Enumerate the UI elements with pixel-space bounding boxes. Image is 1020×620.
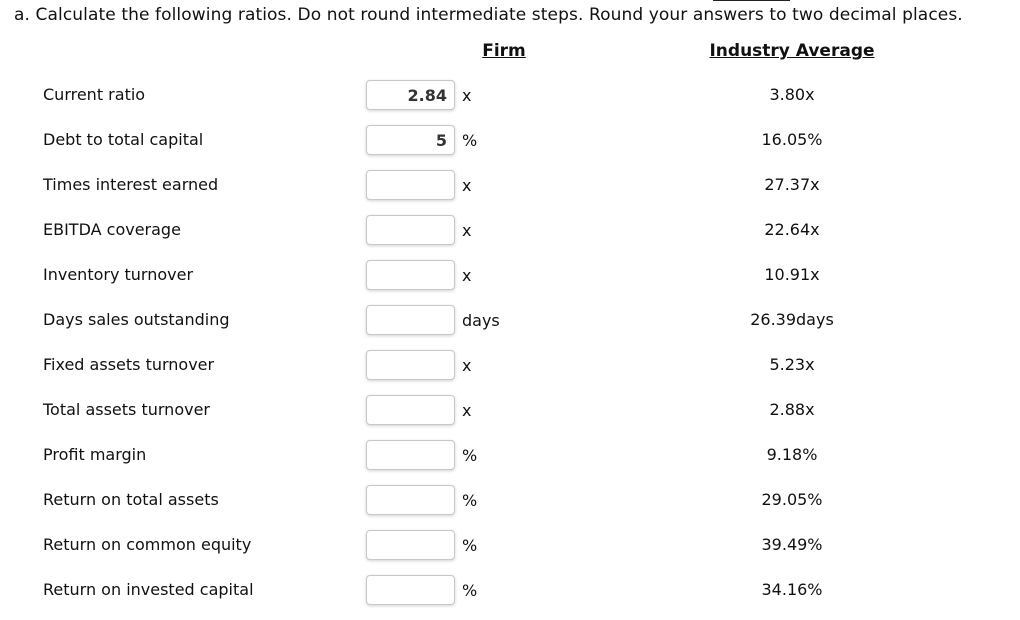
industry-average-value: 3.80x xyxy=(769,85,815,104)
unit-label: % xyxy=(462,536,478,555)
firm-value-input[interactable] xyxy=(366,530,455,560)
ratio-row: Fixed assets turnover x 5.23x xyxy=(0,350,1020,395)
column-header-firm: Firm xyxy=(482,41,526,61)
industry-average-value: 26.39days xyxy=(750,310,834,329)
unit-label: % xyxy=(462,131,478,150)
instructions-text: a. Calculate the following ratios. Do no… xyxy=(14,5,963,25)
ratio-row: Debt to total capital% 16.05% xyxy=(0,125,1020,170)
industry-average-value: 29.05% xyxy=(761,490,823,509)
unit-label: x xyxy=(462,86,472,105)
ratio-label: Return on common equity xyxy=(43,535,252,554)
firm-value-input[interactable] xyxy=(366,260,455,290)
firm-value-input[interactable] xyxy=(366,485,455,515)
unit-label: x xyxy=(462,176,472,195)
industry-average-value: 27.37x xyxy=(764,175,820,194)
unit-label: x xyxy=(462,401,472,420)
ratio-row: Return on total assets% 29.05% xyxy=(0,485,1020,530)
industry-average-value: 39.49% xyxy=(761,535,823,554)
ratio-label: Fixed assets turnover xyxy=(43,355,215,374)
unit-label: % xyxy=(462,446,478,465)
ratio-label: Times interest earned xyxy=(43,175,219,194)
firm-value-input[interactable] xyxy=(366,125,455,155)
unit-label: % xyxy=(462,491,478,510)
firm-value-input[interactable] xyxy=(366,170,455,200)
industry-average-value: 2.88x xyxy=(769,400,815,419)
unit-label: % xyxy=(462,581,478,600)
top-divider xyxy=(713,0,790,1)
firm-value-input[interactable] xyxy=(366,215,455,245)
ratio-label: Inventory turnover xyxy=(43,265,194,284)
unit-label: x xyxy=(462,221,472,240)
ratio-label: Debt to total capital xyxy=(43,130,204,149)
ratio-row: Profit margin% 9.18% xyxy=(0,440,1020,485)
ratio-label: Return on invested capital xyxy=(43,580,254,599)
ratio-row: EBITDA coverage x 22.64x xyxy=(0,215,1020,260)
firm-value-input[interactable] xyxy=(366,440,455,470)
ratio-row: Current ratio x 3.80x xyxy=(0,80,1020,125)
industry-average-value: 9.18% xyxy=(766,445,818,464)
ratio-label: Profit margin xyxy=(43,445,147,464)
ratio-row: Inventory turnover x 10.91x xyxy=(0,260,1020,305)
firm-value-input[interactable] xyxy=(366,305,455,335)
firm-value-input[interactable] xyxy=(366,80,455,110)
ratio-row: Return on common equity% 39.49% xyxy=(0,530,1020,575)
ratio-row: Total assets turnover x 2.88x xyxy=(0,395,1020,440)
ratio-label: Days sales outstanding xyxy=(43,310,230,329)
unit-label: days xyxy=(462,311,500,330)
column-header-industry-average: Industry Average xyxy=(709,41,875,61)
industry-average-value: 34.16% xyxy=(761,580,823,599)
ratio-row: Return on invested capital% 34.16% xyxy=(0,575,1020,620)
ratio-label: Current ratio xyxy=(43,85,146,104)
firm-value-input[interactable] xyxy=(366,395,455,425)
ratio-label: Return on total assets xyxy=(43,490,219,509)
industry-average-value: 10.91x xyxy=(764,265,820,284)
industry-average-value: 5.23x xyxy=(769,355,815,374)
ratio-row: Days sales outstanding days 26.39days xyxy=(0,305,1020,350)
industry-average-value: 16.05% xyxy=(761,130,823,149)
unit-label: x xyxy=(462,266,472,285)
industry-average-value: 22.64x xyxy=(764,220,820,239)
unit-label: x xyxy=(462,356,472,375)
firm-value-input[interactable] xyxy=(366,575,455,605)
firm-value-input[interactable] xyxy=(366,350,455,380)
ratio-label: EBITDA coverage xyxy=(43,220,181,239)
ratio-label: Total assets turnover xyxy=(43,400,210,419)
ratio-row: Times interest earned x 27.37x xyxy=(0,170,1020,215)
